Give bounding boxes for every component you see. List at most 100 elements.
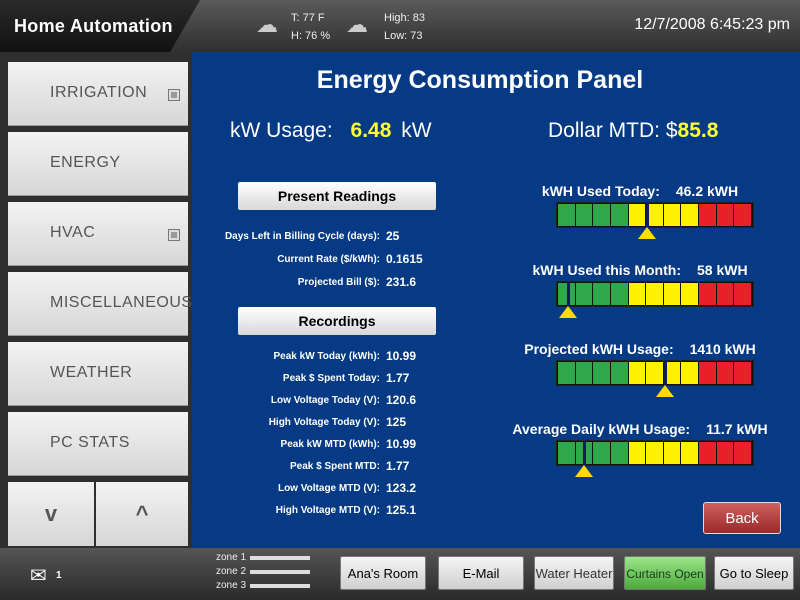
meter-segment [699,283,716,305]
current-temp: T: 77 F [291,12,325,24]
usage-meter [556,360,754,386]
meter-segment [681,362,699,384]
curtains-open-button[interactable]: Curtains Open [624,556,706,590]
present-reading-label: Current Rate ($/kWh): [277,254,380,265]
meter-segment [716,204,734,226]
meter-segment [628,362,646,384]
meter-segment [558,442,575,464]
partly-cloudy-icon: ☁ [256,12,278,37]
mail-icon[interactable]: ✉ [30,563,47,588]
sidebar-item-label: ENERGY [50,154,121,171]
present-reading-value: 0.1615 [386,252,423,266]
meter-title: Average Daily kWH Usage: 11.7 kWH [500,421,780,437]
page-title: Energy Consumption Panel [316,66,644,94]
sidebar-item-irrigation[interactable]: IRRIGATION [8,62,188,126]
water-heater-button[interactable]: Water Heater [534,556,614,590]
kw-usage-label: kW Usage: [230,119,333,142]
sidebar-item-label: IRRIGATION [50,84,148,101]
meter-segment [663,283,681,305]
dollar-mtd-value: 85.8 [677,119,719,142]
meter-label: kWH Used Today: [541,183,660,199]
meter-segment [734,442,752,464]
recording-value: 10.99 [386,437,417,451]
meter-needle [646,202,650,228]
meter-segment [610,283,628,305]
meter-pointer-icon [574,465,593,477]
recording-label: Peak kW Today (kWh): [273,351,381,362]
sidebar-item-pc-stats[interactable]: PC STATS [8,412,188,476]
recording-label: Peak $ Spent MTD: [289,461,380,472]
meter-segment [699,204,716,226]
zone-2-bar[interactable] [250,570,310,574]
meter-segment [646,283,663,305]
zone-2-label: zone 2 [216,566,247,577]
recording-value: 125 [386,415,407,429]
zone-3-bar[interactable] [250,584,310,588]
zone-1-bar[interactable] [250,556,310,560]
anas-room-button[interactable]: Ana's Room [340,556,426,590]
kw-usage-unit: kW [401,119,432,142]
sidebar-item-energy[interactable]: ENERGY [8,132,188,196]
meter-segment [699,362,716,384]
go-to-sleep-button[interactable]: Go to Sleep [714,556,794,590]
meter-value: 58 kWH [696,262,748,278]
meter-title: kWH Used Today: 46.2 kWH [500,183,780,199]
meter-pointer-icon [655,385,674,397]
sidebar-item-label: PC STATS [50,434,130,451]
meter-segment [593,362,610,384]
recording-value: 123.2 [386,481,417,495]
meter-label: Average Daily kWH Usage: [512,421,691,437]
recording-label: High Voltage Today (V): [268,417,380,428]
meter-segment [663,442,681,464]
meter-segment [628,283,646,305]
meter-label: Projected kWH Usage: [524,341,674,357]
recording-value: 10.99 [386,349,417,363]
recording-value: 1.77 [386,459,410,473]
sidebar-item-label: WEATHER [50,364,133,381]
expand-box-icon [168,229,180,241]
meter-segment [558,204,575,226]
usage-meter [556,202,754,228]
meter-segment [734,283,752,305]
kw-usage: kW Usage: 6.48 kW [230,119,432,143]
present-reading-label: Days Left in Billing Cycle (days): [224,231,380,242]
recording-label: High Voltage MTD (V): [275,505,380,516]
meter-segment [593,442,610,464]
clock: 12/7/2008 6:45:23 pm [634,16,790,33]
mail-count: 1 [56,570,62,581]
present-reading-label: Projected Bill ($): [297,277,380,288]
meter-segment [628,204,646,226]
meter-needle [582,440,586,466]
meter-segment [575,204,593,226]
meter-title: Projected kWH Usage: 1410 kWH [500,341,780,357]
meter-segment [663,204,681,226]
meter-value: 11.7 kWH [706,421,768,437]
zone-3-label: zone 3 [216,580,247,591]
sidebar-item-weather[interactable]: WEATHER [8,342,188,406]
meter-segment [681,283,699,305]
kw-usage-value: 6.48 [350,119,392,142]
meter-pointer-icon [638,227,657,239]
meter-label: kWH Used this Month: [532,262,681,278]
meter-segment [646,442,663,464]
dollar-mtd: Dollar MTD: $85.8 [548,119,718,143]
meter-segment [610,204,628,226]
scroll-down-button[interactable]: v [8,482,94,546]
present-readings-header: Present Readings [238,182,436,210]
sidebar-item-miscellaneous[interactable]: MISCELLANEOUS [8,272,192,336]
recordings-header: Recordings [238,307,436,335]
recording-value: 1.77 [386,371,410,385]
sidebar-item-hvac[interactable]: HVAC [8,202,188,266]
meter-title: kWH Used this Month: 58 kWH [500,262,780,278]
meter-segment [575,362,593,384]
sidebar-item-label: MISCELLANEOUS [50,294,193,311]
expand-box-icon [168,89,180,101]
meter-pointer-icon [558,306,577,318]
meter-segment [716,442,734,464]
recording-label: Peak kW MTD (kWh): [280,439,380,450]
email-button[interactable]: E-Mail [438,556,524,590]
back-button[interactable]: Back [703,502,781,534]
scroll-up-button[interactable]: ^ [96,482,188,546]
recording-label: Low Voltage MTD (V): [277,483,380,494]
recording-label: Low Voltage Today (V): [270,395,380,406]
